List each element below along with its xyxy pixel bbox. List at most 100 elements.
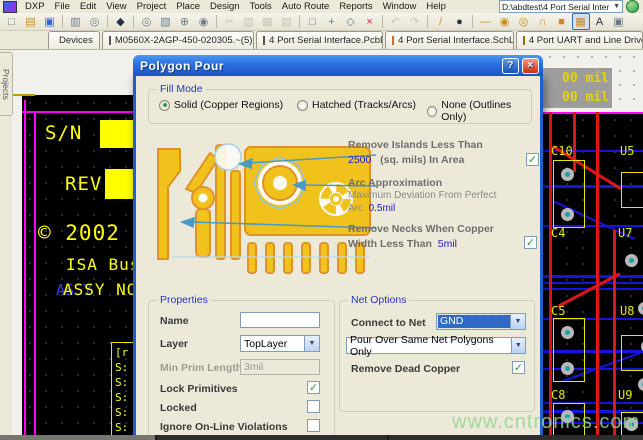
silk-text-sn: S/N [45,122,82,144]
necks-value[interactable]: 5mil [438,238,457,250]
radio-hatched[interactable]: Hatched (Tracks/Arcs) [297,99,416,111]
polygon-pour-icon[interactable]: ▦ [572,13,590,30]
place-track-icon[interactable]: — [477,13,495,30]
pour-over-value: Pour Over Same Net Polygons Only [350,334,511,358]
open-file-icon[interactable]: ▤ [22,13,40,30]
save-file-icon[interactable]: ▣ [41,13,59,30]
chevron-down-icon[interactable]: ▼ [511,338,525,353]
layer-label: Layer [160,338,188,350]
component-ref: C8 [551,388,565,402]
redo-icon[interactable]: ↷ [406,13,424,30]
locked-checkbox[interactable] [307,400,320,413]
radio-solid[interactable]: Solid (Copper Regions) [159,99,283,111]
close-button[interactable]: × [522,58,539,74]
place-component-icon[interactable]: ▣ [610,13,628,30]
deselect-icon[interactable]: ◇ [342,13,360,30]
tab-serial-schlib[interactable]: 4 Port Serial Interface.SchLib * [385,31,514,49]
undo-icon[interactable]: ↶ [387,13,405,30]
tab-label: 4 Port Serial Interface.SchLib * [398,35,514,46]
menu-design[interactable]: Design [205,1,245,12]
connect-to-net-label: Connect to Net [351,317,426,329]
document-path-combo[interactable]: D:\abdtest\4 Port Serial Inter ▼ [499,0,623,13]
lock-primitives-checkbox[interactable]: ✓ [307,381,320,394]
dialog-title: Polygon Pour [140,59,224,73]
menu-edit[interactable]: Edit [75,1,101,12]
print-icon[interactable]: ▥ [67,13,85,30]
tab-pcb-m0560x[interactable]: M0560X-2AGP-450-020305.~(5).PCB [102,31,254,49]
lock-primitives-label: Lock Primitives [160,383,238,395]
menu-file[interactable]: File [50,1,75,12]
projects-panel-label: Projects [1,69,11,100]
menu-place[interactable]: Place [171,1,205,12]
menu-auto-route[interactable]: Auto Route [277,1,335,12]
place-arc-icon[interactable]: ∩ [534,13,552,30]
islands-label-2: 2500 (sq. mils) In Area [348,154,464,166]
tab-uart-drivers[interactable]: 4 Port UART and Line Drivers. [516,31,643,49]
chevron-down-icon[interactable]: ▼ [304,336,319,351]
select-area-icon[interactable]: □ [304,13,322,30]
radio-none[interactable]: None (Outlines Only) [427,99,531,123]
place-via-icon[interactable]: ◎ [515,13,533,30]
islands-checkbox[interactable]: ✓ [526,153,539,166]
help-button[interactable]: ? [502,58,519,74]
silk-text-copyright: © 2002 A [38,221,147,245]
component-ref: U5 [620,144,634,158]
clear-filter-icon[interactable]: × [361,13,379,30]
menu-tools[interactable]: Tools [245,1,277,12]
place-string-icon[interactable]: A [591,13,609,30]
place-pad-icon[interactable]: ◉ [496,13,514,30]
ignore-violations-label: Ignore On-Line Violations [160,421,288,433]
menu-reports[interactable]: Reports [334,1,377,12]
menu-help[interactable]: Help [421,1,451,12]
paste-icon[interactable]: ▦ [259,13,277,30]
menu-project[interactable]: Project [132,1,172,12]
check-icon: ✓ [526,236,535,249]
place-fill-icon[interactable]: ■ [553,13,571,30]
pcb-doc-icon [109,36,111,45]
name-input[interactable] [240,312,320,328]
tab-devices[interactable]: Devices [48,31,100,49]
document-path-text: D:\abdtest\4 Port Serial Inter [502,2,609,12]
component-ref: U8 [620,304,634,318]
dialog-title-bar[interactable]: Polygon Pour ? × [133,55,543,76]
schlib-icon [392,36,394,45]
menu-window[interactable]: Window [378,1,422,12]
necks-checkbox[interactable]: ✓ [524,236,537,249]
net-options-legend: Net Options [348,294,409,306]
application-window: DXP File Edit View Project Place Design … [0,0,643,440]
copy-icon[interactable]: ▨ [240,13,258,30]
help-globe-icon[interactable] [626,0,639,13]
board-outline-left [24,100,26,436]
projects-panel-tab[interactable]: Projects [0,52,13,116]
dead-copper-checkbox[interactable]: ✓ [512,361,525,374]
paste-array-icon[interactable]: ▧ [278,13,296,30]
layer-combo[interactable]: TopLayer▼ [240,335,320,352]
find-similar-icon[interactable]: ● [451,13,469,30]
silk-fill-rect [105,169,133,199]
new-document-icon[interactable]: □ [3,13,21,30]
menu-dxp[interactable]: DXP [20,1,50,12]
zoom-in-icon[interactable]: ⊕ [176,13,194,30]
tab-serial-pcbdoc[interactable]: 4 Port Serial Interface.PcbDoc [256,31,383,49]
arc-value[interactable]: 0.5mil [369,203,396,214]
chevron-down-icon[interactable]: ▼ [510,314,525,329]
watermark: www.cntronics.com [452,411,640,434]
move-selection-icon[interactable]: + [323,13,341,30]
print-preview-icon[interactable]: ◎ [86,13,104,30]
fit-area-icon[interactable]: ▧ [157,13,175,30]
pour-over-combo[interactable]: Pour Over Same Net Polygons Only▼ [346,337,526,354]
pcb-routed-area[interactable]: 00 mil00 mil C10 U5 C4 U7 C5 U8 [543,50,643,436]
ignore-violations-checkbox[interactable] [307,419,320,432]
view-3d-icon[interactable]: ◆ [112,13,130,30]
islands-label-1: Remove Islands Less Than [348,139,483,151]
cut-icon[interactable]: ✂ [221,13,239,30]
chevron-down-icon: ▼ [613,3,620,10]
interactive-routing-icon[interactable]: / [432,13,450,30]
fit-document-icon[interactable]: ◎ [138,13,156,30]
silk-text-rev: REV [65,173,102,195]
zoom-selection-icon[interactable]: ◉ [195,13,213,30]
connect-net-combo[interactable]: GND▼ [436,313,526,330]
islands-value[interactable]: 2500 [348,154,371,166]
menu-view[interactable]: View [101,1,131,12]
min-prim-input [240,359,320,375]
